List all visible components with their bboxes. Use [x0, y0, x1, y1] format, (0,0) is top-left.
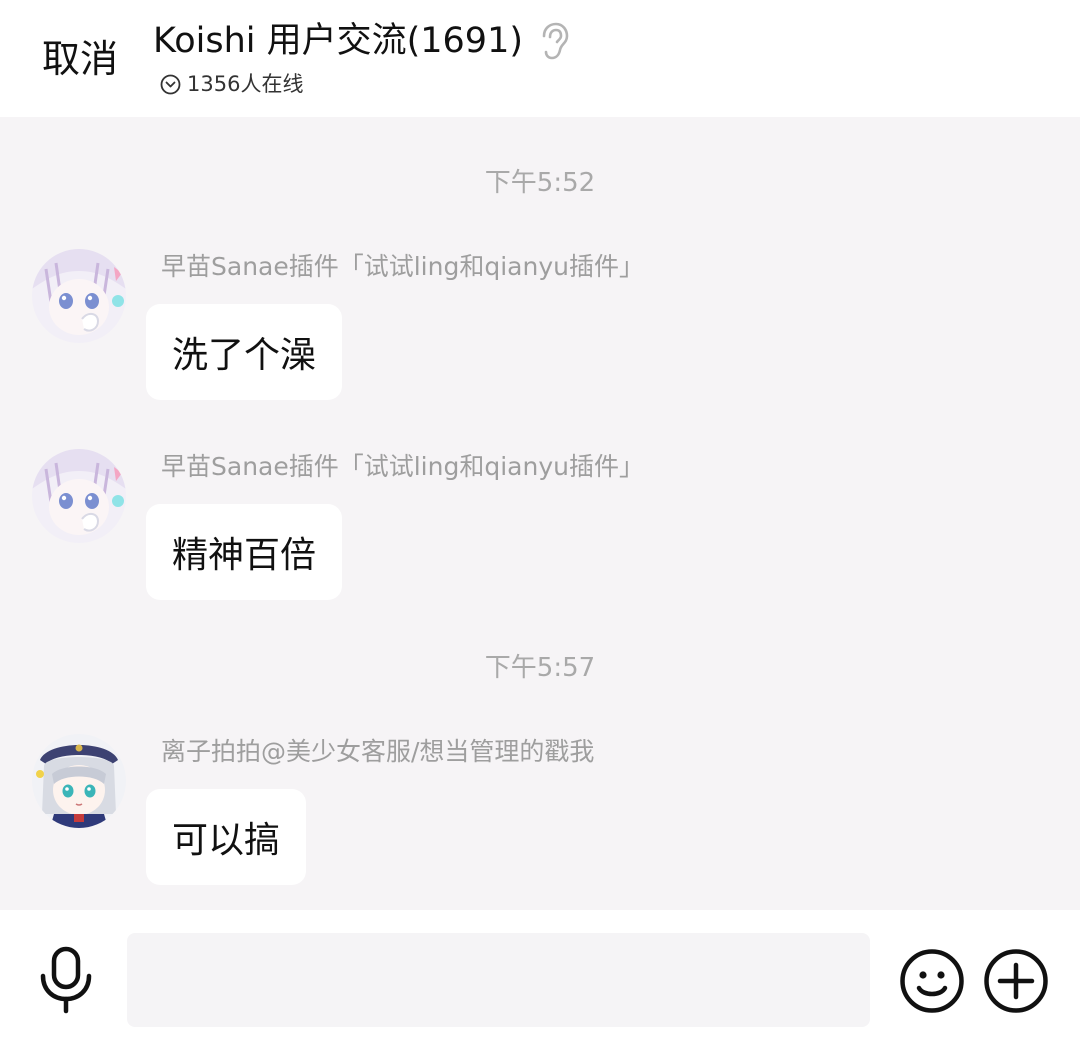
group-title-row[interactable]: Koishi 用户交流(1691) [153, 18, 569, 64]
chevron-circle-icon [160, 74, 181, 95]
sender-name[interactable]: 早苗Sanae插件「试试ling和qianyu插件」 [161, 451, 644, 483]
online-status[interactable]: 1356人在线 [160, 70, 303, 98]
ear-icon[interactable] [539, 22, 569, 60]
cancel-button[interactable]: 取消 [42, 36, 118, 82]
avatar[interactable] [32, 249, 126, 343]
message-bubble[interactable]: 可以搞 [146, 789, 307, 885]
message-timestamp: 下午5:57 [484, 653, 596, 683]
smiley-icon[interactable] [899, 948, 965, 1014]
online-count: 1356人在线 [187, 72, 304, 96]
avatar[interactable] [32, 734, 126, 828]
message-input[interactable] [127, 933, 870, 1027]
sender-name[interactable]: 离子拍拍@美少女客服/想当管理的戳我 [161, 736, 594, 768]
chat-app: 取消 Koishi 用户交流(1691) 1356人在线 下午5:52 早苗Sa… [0, 0, 1080, 1050]
message-timestamp: 下午5:52 [484, 168, 596, 198]
plus-circle-icon[interactable] [983, 948, 1049, 1014]
group-title: Koishi 用户交流(1691) [153, 21, 523, 61]
avatar[interactable] [32, 449, 126, 543]
chat-header: 取消 Koishi 用户交流(1691) 1356人在线 [0, 0, 1080, 117]
message-list[interactable]: 下午5:52 早苗Sanae插件「试试ling和qianyu插件」 洗了个澡 早… [0, 117, 1080, 910]
microphone-icon[interactable] [36, 946, 96, 1014]
message-bubble[interactable]: 精神百倍 [146, 504, 343, 600]
sender-name[interactable]: 早苗Sanae插件「试试ling和qianyu插件」 [161, 251, 644, 283]
message-bubble[interactable]: 洗了个澡 [146, 304, 343, 400]
